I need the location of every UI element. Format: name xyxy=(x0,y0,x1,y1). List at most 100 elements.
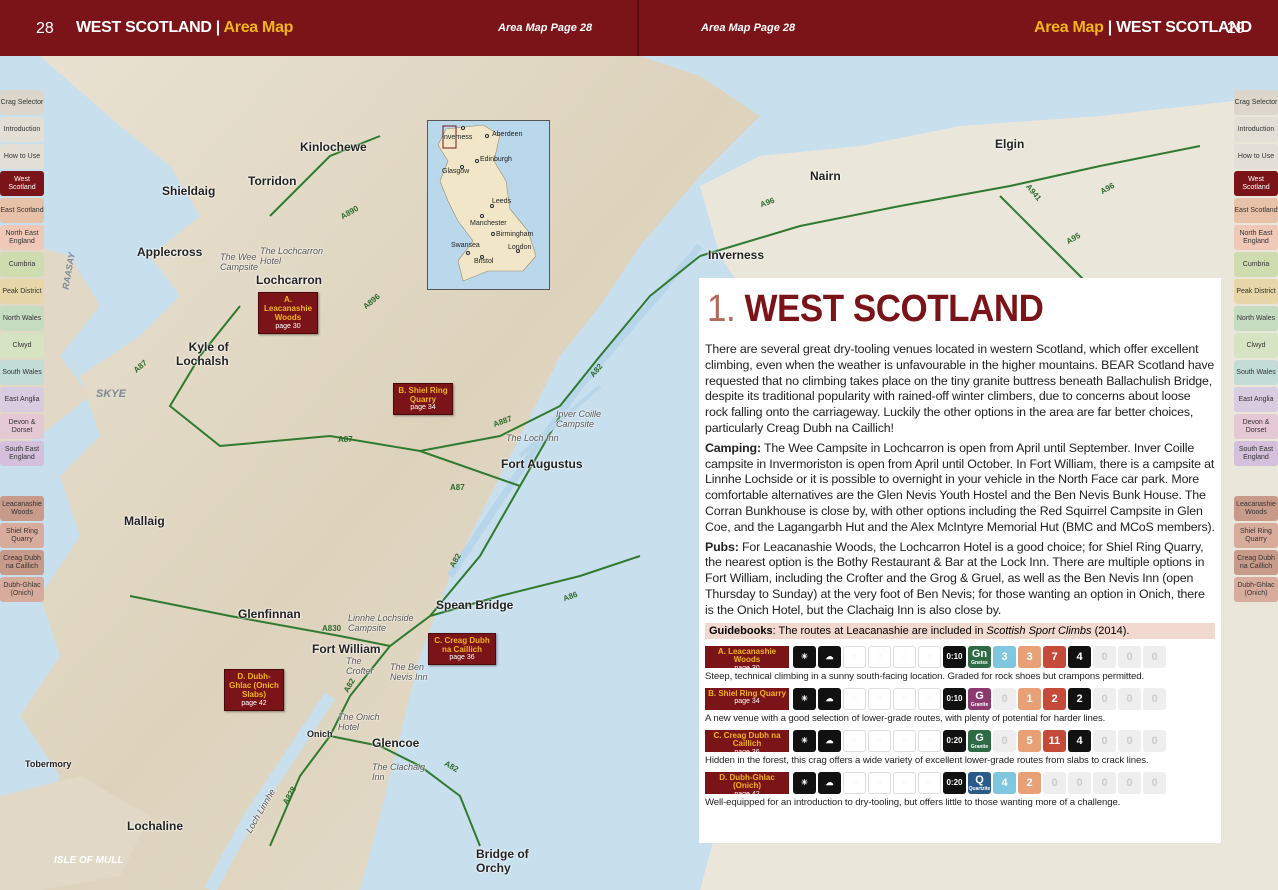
crag-tag[interactable]: C. Creag Dubh na Caillich page 36 xyxy=(705,729,789,756)
place-ben-nevis-inn: The Ben Nevis Inn xyxy=(390,662,428,682)
tab-west-scotland[interactable]: West Scotland xyxy=(1234,171,1278,196)
grade-count-badge: 0 xyxy=(1118,645,1141,668)
tab-north-wales[interactable]: North Wales xyxy=(0,306,44,331)
tab-how-to-use[interactable]: How to Use xyxy=(0,144,44,169)
place-glencoe: Glencoe xyxy=(372,736,420,750)
tab-peak-district[interactable]: Peak District xyxy=(0,279,44,304)
feature-icon: ◌ xyxy=(918,771,941,794)
tab-introduction[interactable]: Introduction xyxy=(1234,117,1278,142)
grade-count-badge: 0 xyxy=(1143,729,1166,752)
grade-count-badge: 0 xyxy=(1143,771,1166,794)
tab-south-east-england[interactable]: South East England xyxy=(0,441,44,466)
grade-count-badge: 0 xyxy=(993,687,1016,710)
place-crofter: The Crofter xyxy=(346,656,374,676)
tab-creag-dubh[interactable]: Creag Dubh na Caillich xyxy=(0,550,44,575)
grade-count-badge: 0 xyxy=(1093,687,1116,710)
grade-count-badge: 0 xyxy=(1068,771,1091,794)
grade-count-badge: 0 xyxy=(1118,771,1141,794)
tab-creag-dubh[interactable]: Creag Dubh na Caillich xyxy=(1234,550,1278,575)
tab-cumbria[interactable]: Cumbria xyxy=(0,252,44,277)
place-inverness: Inverness xyxy=(708,248,765,262)
tab-devon-dorset[interactable]: Devon & Dorset xyxy=(1234,414,1278,439)
tab-cumbria[interactable]: Cumbria xyxy=(1234,252,1278,277)
crag-description: A new venue with a good selection of low… xyxy=(705,712,1106,724)
place-tobermory: Tobermory xyxy=(25,759,72,769)
inset-city: Inverness xyxy=(442,134,473,141)
feature-icon: ◌ xyxy=(893,687,916,710)
tab-crag-selector[interactable]: Crag Selector xyxy=(0,90,44,115)
feature-icon: ◌ xyxy=(843,645,866,668)
place-lochaline: Lochaline xyxy=(127,819,184,833)
tab-crag-selector[interactable]: Crag Selector xyxy=(1234,90,1278,115)
place-fort-william: Fort William xyxy=(312,642,381,656)
feature-icon: ◌ xyxy=(843,729,866,752)
crag-icons: ☀ ☁ ◌ ◌ ◌ ◌ 0:20 G Granite 0 5 11 4 0 0 0 xyxy=(793,729,1166,752)
tab-east-anglia[interactable]: East Anglia xyxy=(0,387,44,412)
tab-shiel-ring[interactable]: Shiel Ring Quarry xyxy=(0,523,44,548)
crag-tag[interactable]: D. Dubh-Ghlac (Onich) page 42 xyxy=(705,771,789,798)
place-lochcarron: Lochcarron xyxy=(256,273,323,287)
crag-description: Steep, technical climbing in a sunny sou… xyxy=(705,670,1145,682)
tab-north-east-england[interactable]: North East England xyxy=(0,225,44,250)
crag-marker-d[interactable]: D. Dubh-Ghlac (Onich Slabs) page 42 xyxy=(224,669,284,711)
crag-tag[interactable]: B. Shiel Ring Quarry page 34 xyxy=(705,687,789,710)
crag-marker-c[interactable]: C. Creag Dubh na Caillich page 36 xyxy=(428,633,496,666)
tab-leacanashie[interactable]: Leacanashie Woods xyxy=(1234,496,1278,521)
tab-north-east-england[interactable]: North East England xyxy=(1234,225,1278,250)
approach-time-icon: 0:20 xyxy=(943,771,966,794)
page-gutter xyxy=(637,0,639,56)
tab-devon-dorset[interactable]: Devon & Dorset xyxy=(0,414,44,439)
tab-dubh-ghlac[interactable]: Dubh-Ghlac (Onich) xyxy=(0,577,44,602)
left-running-head: Area Map Page 28 xyxy=(498,22,593,34)
grade-count-badge: 0 xyxy=(1118,687,1141,710)
grade-count-badge: 4 xyxy=(1068,645,1091,668)
road-label: A87 xyxy=(450,483,465,492)
region-info-panel: 1. WEST SCOTLAND There are several great… xyxy=(699,278,1221,843)
tab-introduction[interactable]: Introduction xyxy=(0,117,44,142)
place-spean-bridge: Spean Bridge xyxy=(436,598,514,612)
place-onich-hotel: The Onich Hotel xyxy=(338,712,380,732)
crag-row: B. Shiel Ring Quarry page 34 ☀ ☁ ◌ ◌ ◌ ◌ 0:10 G Gr… xyxy=(705,687,1215,711)
shade-icon: ☁ xyxy=(818,645,841,668)
tab-east-scotland[interactable]: East Scotland xyxy=(1234,198,1278,223)
tab-shiel-ring[interactable]: Shiel Ring Quarry xyxy=(1234,523,1278,548)
camping-paragraph: Camping: The Wee Campsite in Lochcarron … xyxy=(705,440,1215,534)
tab-clwyd[interactable]: Clwyd xyxy=(0,333,44,358)
place-loch-inn: The Loch Inn xyxy=(506,433,559,443)
tab-south-wales[interactable]: South Wales xyxy=(1234,360,1278,385)
tab-south-east-england[interactable]: South East England xyxy=(1234,441,1278,466)
rock-type-badge: G Granite xyxy=(968,729,991,752)
tab-leacanashie[interactable]: Leacanashie Woods xyxy=(0,496,44,521)
tab-dubh-ghlac[interactable]: Dubh-Ghlac (Onich) xyxy=(1234,577,1278,602)
tab-how-to-use[interactable]: How to Use xyxy=(1234,144,1278,169)
place-shieldaig: Shieldaig xyxy=(162,184,216,198)
place-skye: SKYE xyxy=(96,388,126,400)
feature-icon: ◌ xyxy=(918,729,941,752)
tab-peak-district[interactable]: Peak District xyxy=(1234,279,1278,304)
crag-marker-b[interactable]: B. Shiel Ring Quarry page 34 xyxy=(393,383,453,416)
feature-icon: ◌ xyxy=(868,729,891,752)
tab-west-scotland[interactable]: West Scotland xyxy=(0,171,44,196)
grade-count-badge: 11 xyxy=(1043,729,1066,752)
grade-count-badge: 2 xyxy=(1018,771,1041,794)
grade-count-badge: 5 xyxy=(1018,729,1041,752)
crag-marker-a[interactable]: A. Leacanashie Woods page 30 xyxy=(258,292,318,334)
tab-south-wales[interactable]: South Wales xyxy=(0,360,44,385)
grade-count-badge: 0 xyxy=(1118,729,1141,752)
tab-east-scotland[interactable]: East Scotland xyxy=(0,198,44,223)
place-wee-campsite: The Wee Campsite xyxy=(220,252,259,272)
tab-east-anglia[interactable]: East Anglia xyxy=(1234,387,1278,412)
crag-icons: ☀ ☁ ◌ ◌ ◌ ◌ 0:20 Q Quartzite 4 2 0 0 0 0 0 xyxy=(793,771,1166,794)
grade-count-badge: 3 xyxy=(993,645,1016,668)
rock-type-badge: G Granite xyxy=(968,687,991,710)
crag-tag[interactable]: A. Leacanashie Woods page 30 xyxy=(705,645,789,672)
road-label: A830 xyxy=(322,624,342,633)
intro-paragraph: There are several great dry-tooling venu… xyxy=(705,342,1215,435)
tab-north-wales[interactable]: North Wales xyxy=(1234,306,1278,331)
region-title: 1. WEST SCOTLAND xyxy=(707,288,1044,330)
tab-clwyd[interactable]: Clwyd xyxy=(1234,333,1278,358)
inset-city: Bristol xyxy=(474,258,494,265)
rock-type-badge: Gn Gneiss xyxy=(968,645,991,668)
inset-city: Birmingham xyxy=(496,231,534,238)
left-page-number: 28 xyxy=(36,20,54,37)
